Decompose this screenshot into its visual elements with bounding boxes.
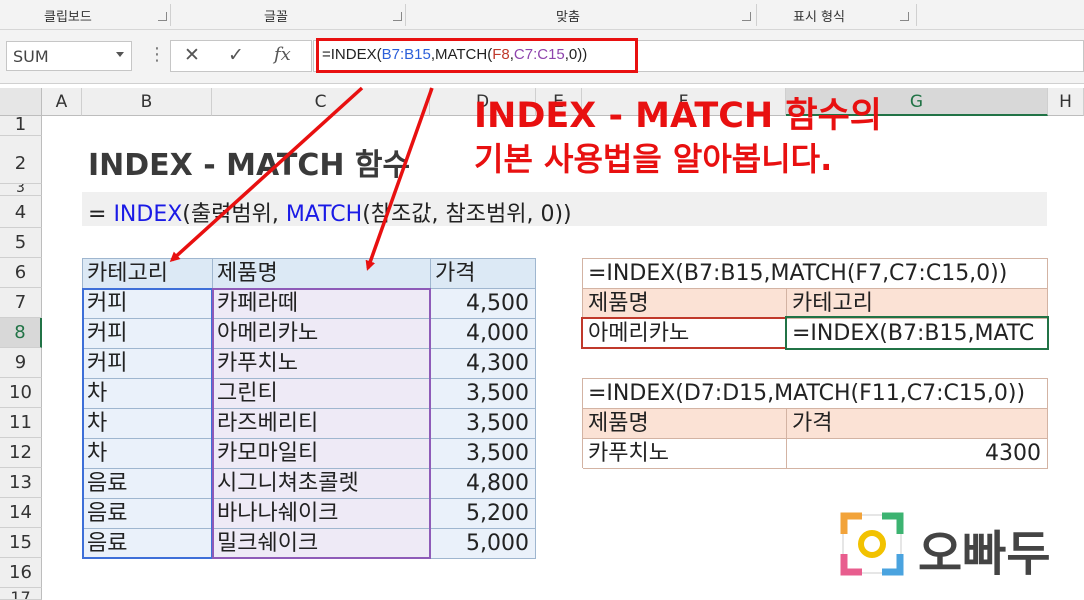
arrow-to-product [365,87,434,271]
arrow-to-category [169,86,364,263]
annotation-line-2: 기본 사용법을 알아봅니다. [474,140,833,178]
annotation-line-1: INDEX - MATCH 함수의 [474,96,882,136]
logo-mark-icon [840,512,904,576]
logo [840,512,904,576]
logo-text: 오빠두 [918,526,1051,582]
